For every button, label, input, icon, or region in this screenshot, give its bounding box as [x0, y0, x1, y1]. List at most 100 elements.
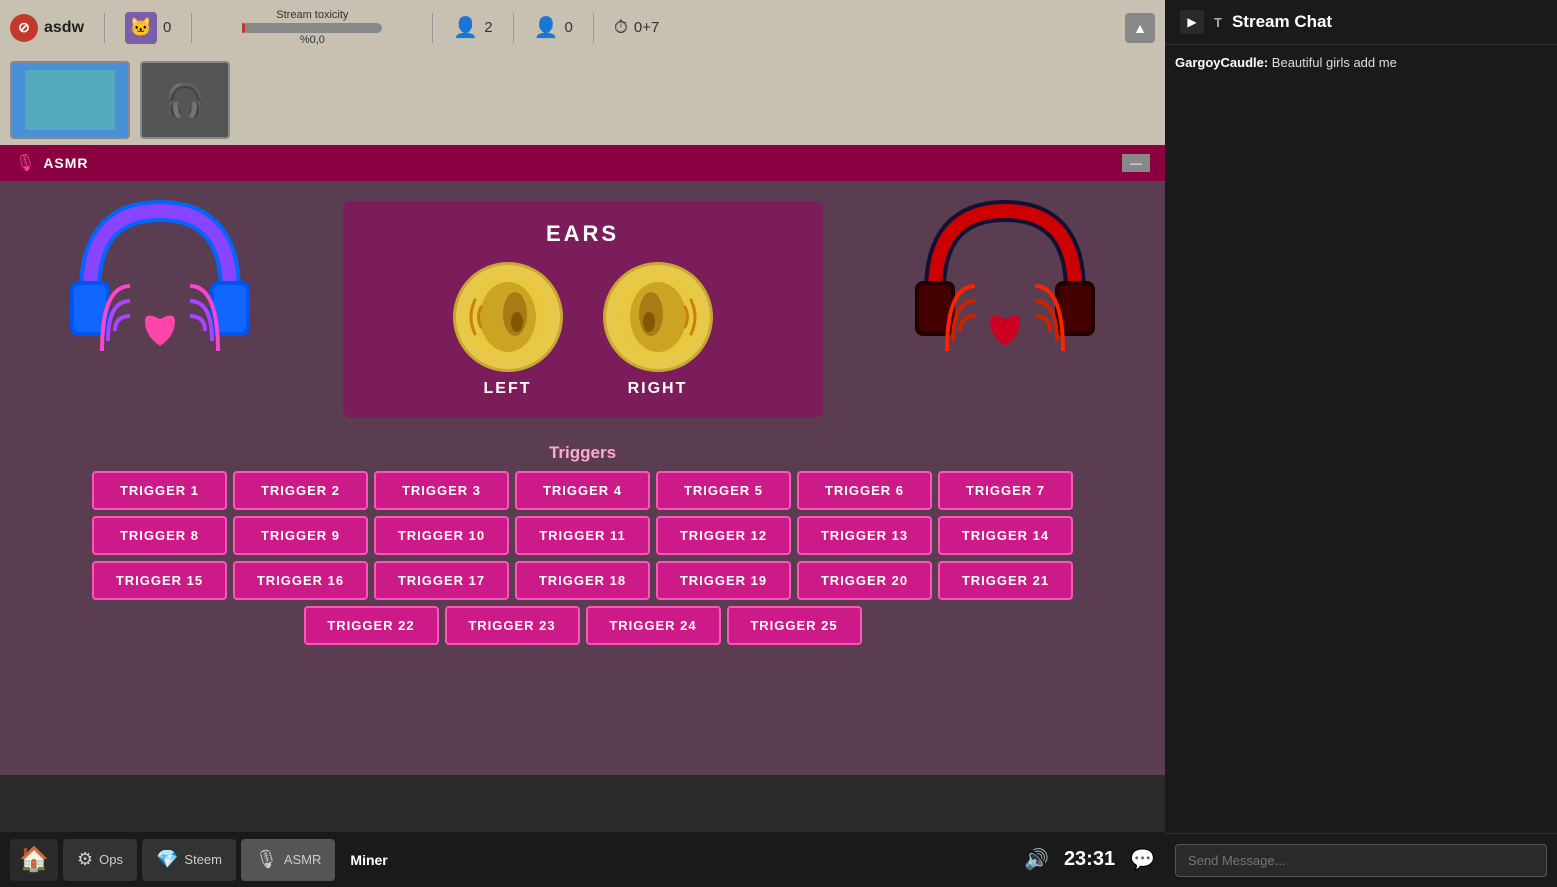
trigger-row-1: TRIGGER 1 TRIGGER 2 TRIGGER 3 TRIGGER 4 …	[92, 471, 1073, 510]
trigger-9-button[interactable]: TRIGGER 9	[233, 516, 368, 555]
app-logo: ⊘ asdw	[10, 14, 84, 42]
viewer-count: 2	[484, 19, 492, 36]
left-headphone	[60, 191, 260, 371]
scroll-up-button[interactable]: ▲	[1125, 13, 1155, 43]
chat-input[interactable]	[1175, 844, 1547, 877]
trigger-21-button[interactable]: TRIGGER 21	[938, 561, 1073, 600]
toxicity-bar	[242, 23, 382, 33]
toxicity-section: Stream toxicity %0,0	[212, 9, 412, 46]
taskbar-right: 🔊 23:31 💬	[1024, 847, 1155, 872]
viewer-icon: 👤	[453, 15, 478, 40]
chat-message: GargoyCaudle: Beautiful girls add me	[1175, 55, 1547, 70]
asmr-window-title: ASMR	[43, 155, 88, 171]
trigger-row-2: TRIGGER 8 TRIGGER 9 TRIGGER 10 TRIGGER 1…	[92, 516, 1073, 555]
trigger-23-button[interactable]: TRIGGER 23	[445, 606, 580, 645]
steem-label: Steem	[184, 852, 222, 867]
right-ear-item[interactable]: RIGHT	[603, 262, 713, 398]
chat-text: Beautiful girls add me	[1272, 55, 1397, 70]
chat-title: Stream Chat	[1232, 12, 1332, 32]
trigger-25-button[interactable]: TRIGGER 25	[727, 606, 862, 645]
cat-icon: 🐱	[125, 12, 157, 44]
main-area: 🎧 🎙 ASMR —	[0, 55, 1165, 775]
right-headphone	[905, 191, 1105, 371]
separator-2	[191, 13, 192, 43]
left-ear-item[interactable]: LEFT	[453, 262, 563, 398]
trigger-2-button[interactable]: TRIGGER 2	[233, 471, 368, 510]
ears-title: EARS	[546, 221, 619, 247]
stream-chat-panel: ▶ T Stream Chat GargoyCaudle: Beautiful …	[1165, 0, 1557, 887]
anon-item: 👤 0	[534, 15, 573, 40]
minimize-button[interactable]: —	[1122, 154, 1150, 172]
top-bar: ⊘ asdw 🐱 0 Stream toxicity %0,0 👤 2 👤 0 …	[0, 0, 1165, 55]
separator-1	[104, 13, 105, 43]
trigger-8-button[interactable]: TRIGGER 8	[92, 516, 227, 555]
asmr-header: 🎙 ASMR —	[0, 145, 1165, 181]
chat-play-button[interactable]: ▶	[1180, 10, 1204, 34]
ops-label: Ops	[99, 852, 123, 867]
anon-count: 0	[565, 19, 573, 36]
trigger-11-button[interactable]: TRIGGER 11	[515, 516, 650, 555]
trigger-22-button[interactable]: TRIGGER 22	[304, 606, 439, 645]
asmr-taskbar-icon: 🎙	[255, 849, 278, 870]
timer-icon: ⏱	[614, 17, 628, 38]
taskbar-ops-item[interactable]: ⚙ Ops	[63, 839, 137, 881]
trigger-20-button[interactable]: TRIGGER 20	[797, 561, 932, 600]
trigger-row-4: TRIGGER 22 TRIGGER 23 TRIGGER 24 TRIGGER…	[304, 606, 862, 645]
trigger-24-button[interactable]: TRIGGER 24	[586, 606, 721, 645]
app-name: asdw	[44, 19, 84, 37]
asmr-icon: 🎙	[15, 153, 35, 173]
taskbar-steem-item[interactable]: 💎 Steem	[142, 839, 236, 881]
asmr-taskbar-label: ASMR	[284, 852, 322, 867]
cat-count: 0	[163, 19, 171, 36]
trigger-15-button[interactable]: TRIGGER 15	[92, 561, 227, 600]
chat-input-area	[1165, 833, 1557, 887]
steem-icon: 💎	[156, 849, 178, 870]
toxicity-pct: %0,0	[300, 34, 325, 46]
trigger-19-button[interactable]: TRIGGER 19	[656, 561, 791, 600]
triggers-grid: TRIGGER 1 TRIGGER 2 TRIGGER 3 TRIGGER 4 …	[30, 471, 1135, 645]
left-ear-svg	[463, 272, 553, 362]
trigger-17-button[interactable]: TRIGGER 17	[374, 561, 509, 600]
volume-icon[interactable]: 🔊	[1024, 847, 1049, 872]
taskbar-asmr-item[interactable]: 🎙 ASMR	[241, 839, 335, 881]
trigger-3-button[interactable]: TRIGGER 3	[374, 471, 509, 510]
taskbar-chat-icon[interactable]: 💬	[1130, 847, 1155, 872]
trigger-7-button[interactable]: TRIGGER 7	[938, 471, 1073, 510]
trigger-4-button[interactable]: TRIGGER 4	[515, 471, 650, 510]
preview-avatar[interactable]: 🎧	[140, 61, 230, 139]
chat-header: ▶ T Stream Chat	[1165, 0, 1557, 45]
taskbar: 🏠 ⚙ Ops 💎 Steem 🎙 ASMR Miner 🔊 23:31 💬	[0, 832, 1165, 887]
toxicity-fill	[242, 23, 245, 33]
timer-item: ⏱ 0+7	[614, 17, 660, 38]
left-ear-circle	[453, 262, 563, 372]
chat-messages: GargoyCaudle: Beautiful girls add me	[1165, 45, 1557, 833]
miner-label: Miner	[350, 852, 387, 868]
trigger-6-button[interactable]: TRIGGER 6	[797, 471, 932, 510]
chat-username: GargoyCaudle:	[1175, 55, 1272, 70]
trigger-13-button[interactable]: TRIGGER 13	[797, 516, 932, 555]
asmr-content: EARS	[0, 181, 1165, 665]
taskbar-start-icon: 🏠	[19, 845, 49, 874]
trigger-18-button[interactable]: TRIGGER 18	[515, 561, 650, 600]
trigger-10-button[interactable]: TRIGGER 10	[374, 516, 509, 555]
ops-icon: ⚙	[77, 849, 93, 870]
trigger-5-button[interactable]: TRIGGER 5	[656, 471, 791, 510]
left-ear-label: LEFT	[484, 380, 532, 398]
trigger-12-button[interactable]: TRIGGER 12	[656, 516, 791, 555]
viewers-item: 👤 2	[453, 15, 492, 40]
separator-3	[432, 13, 433, 43]
timer-value: 0+7	[634, 19, 659, 36]
ears-section: EARS	[343, 201, 823, 418]
trigger-16-button[interactable]: TRIGGER 16	[233, 561, 368, 600]
triggers-label: Triggers	[549, 443, 616, 463]
trigger-14-button[interactable]: TRIGGER 14	[938, 516, 1073, 555]
left-headphone-svg	[60, 191, 260, 366]
preview-thumb-screen[interactable]	[10, 61, 130, 139]
trigger-1-button[interactable]: TRIGGER 1	[92, 471, 227, 510]
trigger-row-3: TRIGGER 15 TRIGGER 16 TRIGGER 17 TRIGGER…	[92, 561, 1073, 600]
anon-icon: 👤	[534, 15, 559, 40]
right-headphone-svg	[905, 191, 1105, 366]
cat-count-item: 🐱 0	[125, 12, 171, 44]
taskbar-start-button[interactable]: 🏠	[10, 839, 58, 881]
right-ear-label: RIGHT	[628, 380, 688, 398]
